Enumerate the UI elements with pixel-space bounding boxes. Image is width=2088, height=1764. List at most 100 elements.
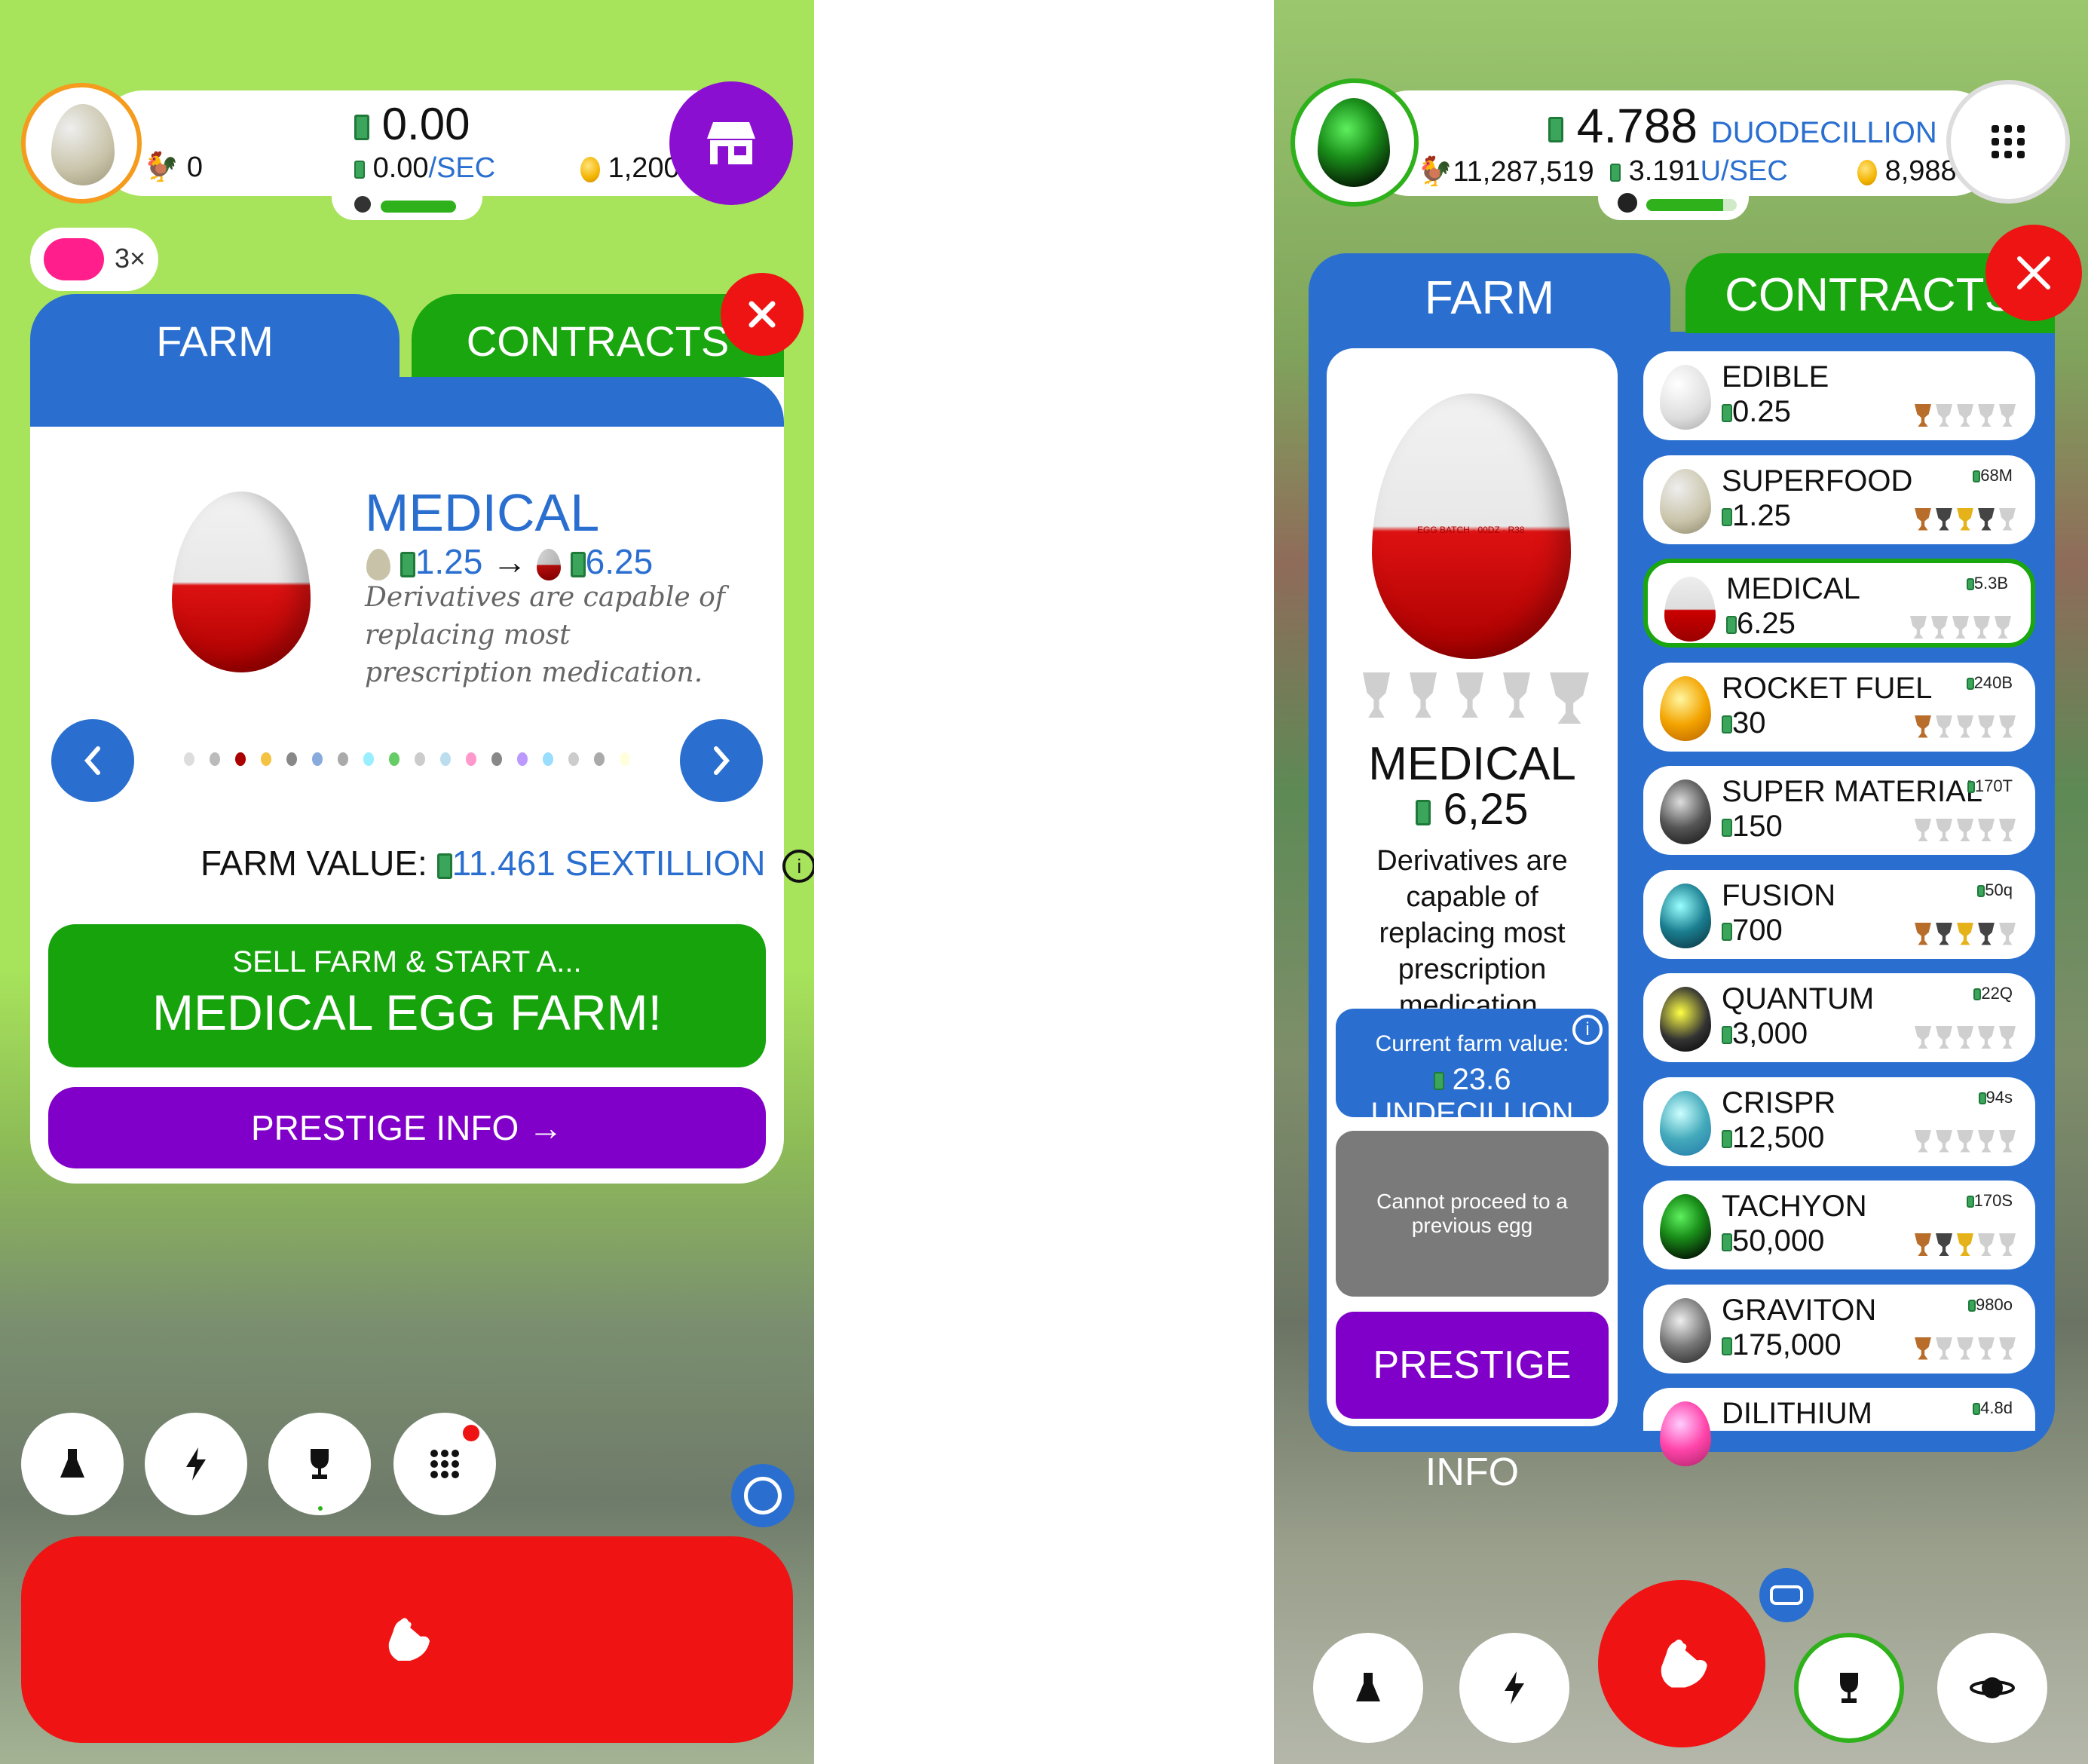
trophy-icon — [1978, 819, 1995, 841]
cash-icon — [1726, 616, 1737, 635]
egg-list-item[interactable]: GRAVITON 175,000 980o — [1643, 1284, 2035, 1374]
egg-list-item[interactable]: SUPERFOOD 1.25 68M — [1643, 455, 2035, 544]
trophy-icon — [1999, 1129, 2016, 1153]
research-button[interactable] — [21, 1413, 124, 1515]
tachyon-egg-icon — [1318, 98, 1390, 187]
progress-bar — [1646, 199, 1737, 211]
research-button[interactable] — [1313, 1633, 1423, 1743]
egg-list-item[interactable]: MEDICAL 6.25 5.3B — [1643, 559, 2035, 648]
egg-list-item[interactable]: TACHYON 50,000 170S — [1643, 1181, 2035, 1269]
trophy-icon — [1978, 1337, 1995, 1360]
chicken-icon: 🐓 — [143, 152, 179, 183]
trophy-row — [1915, 1026, 2016, 1049]
trophy-icon — [1957, 1337, 1973, 1360]
egg-price: 30 — [1722, 706, 1766, 740]
egg-avatar-button[interactable] — [21, 83, 142, 204]
egg-name: CRISPR — [1722, 1086, 1836, 1119]
close-button[interactable] — [1985, 225, 2082, 321]
boosts-button[interactable] — [1459, 1633, 1569, 1743]
trophy-icon — [1957, 819, 1973, 841]
trophy-icon — [1931, 616, 1948, 639]
info-icon[interactable]: i — [782, 849, 814, 883]
trophy-icon — [1999, 1337, 2016, 1360]
trophy-icon — [1957, 715, 1973, 738]
overlay-toggle-button[interactable] — [1759, 1568, 1814, 1622]
overlay-toggle-button[interactable] — [731, 1464, 794, 1527]
egg-requirement: 240B — [1966, 673, 2013, 693]
egg-requirement: 170S — [1966, 1191, 2013, 1211]
egg-requirement: 22Q — [1973, 984, 2013, 1003]
trophy-icon — [1978, 1026, 1995, 1049]
shop-button[interactable] — [669, 81, 793, 205]
info-icon[interactable]: i — [1572, 1015, 1603, 1045]
chevron-right-icon — [714, 746, 730, 775]
tab-content-header — [30, 377, 784, 427]
trophy-icon — [1915, 1233, 1931, 1256]
boost-count: 3× — [115, 243, 146, 274]
selected-egg-description: Derivatives are capable of replacing mos… — [1376, 845, 1568, 1021]
egg-list-item[interactable]: QUANTUM 3,000 22Q — [1643, 973, 2035, 1062]
trophy-icon — [1936, 1026, 1952, 1049]
golden-egg-icon — [580, 156, 600, 182]
trophy-icon — [1915, 715, 1931, 738]
egg-list-item[interactable]: CRISPR 12,500 94s — [1643, 1076, 2035, 1166]
prestige-info-button[interactable]: PRESTIGE INFO → — [48, 1087, 766, 1168]
sell-farm-button[interactable]: SELL FARM & START A... MEDICAL EGG FARM! — [48, 924, 766, 1067]
trophy-icon — [1915, 404, 1931, 427]
superfood-egg-icon — [1660, 468, 1711, 534]
trophy-row — [1915, 922, 2016, 945]
trophy-icon — [1957, 1026, 1973, 1049]
cash-icon — [1722, 507, 1732, 526]
egg-batch-label: EGG BATCH · 00DZ · R38 — [1417, 525, 1525, 535]
hatch-chicken-button[interactable] — [1598, 1580, 1765, 1747]
rate-display: 3.191U/SEC — [1610, 155, 1788, 188]
egg-list-item[interactable]: ROCKET FUEL 30 240B — [1643, 662, 2035, 752]
tab-farm[interactable]: FARM — [1309, 253, 1670, 351]
egg-upgrade-values: 1.25 → 6.25 — [366, 541, 653, 582]
close-icon — [2017, 256, 2050, 289]
trophy-icon — [1978, 404, 1995, 427]
planet-button[interactable] — [1937, 1633, 2047, 1743]
chicken-mini-icon — [1618, 193, 1637, 213]
next-egg-button[interactable] — [680, 719, 763, 802]
hatch-chicken-button[interactable] — [21, 1536, 793, 1743]
egg-requirement: 5.3B — [1966, 574, 2008, 593]
menu-button[interactable] — [393, 1413, 496, 1515]
egg-requirement: 94s — [1978, 1088, 2013, 1107]
egg-name: TACHYON — [1722, 1190, 1867, 1223]
trophy-icon — [1973, 616, 1990, 639]
egg-list-item[interactable]: DILITHIUM 4.8d — [1643, 1388, 2035, 1466]
trophy-icon — [1936, 922, 1952, 945]
trophy-icon — [1999, 922, 2016, 945]
trophy-row — [1915, 1129, 2016, 1153]
trophy-icon — [1503, 672, 1530, 718]
menu-button[interactable] — [1946, 80, 2070, 204]
trophy-button[interactable] — [268, 1413, 371, 1515]
prev-egg-button[interactable] — [51, 719, 134, 802]
chicken-mini-icon — [354, 196, 371, 213]
right-screen: 4.788 DUODECILLION 🐓11,287,519 3.191U/SE… — [1274, 0, 2088, 1764]
egg-list-item[interactable]: SUPER MATERIAL 150 170T — [1643, 766, 2035, 855]
trophy-row — [1363, 672, 1589, 724]
trophy-icon — [1936, 1129, 1952, 1153]
golden-egg-icon — [1857, 159, 1877, 185]
trophy-button[interactable] — [1794, 1633, 1904, 1743]
egg-price: 12,500 — [1722, 1121, 1824, 1155]
grid-icon — [1992, 125, 2025, 158]
egg-price: 150 — [1722, 810, 1783, 844]
trophy-icon — [1957, 1129, 1973, 1153]
trophy-icon — [1410, 672, 1437, 718]
close-button[interactable] — [721, 273, 804, 356]
notification-dot — [463, 1425, 479, 1441]
chicken-icon — [388, 1618, 430, 1661]
egg-list-item[interactable]: FUSION 700 50q — [1643, 869, 2035, 959]
egg-avatar-button[interactable] — [1290, 78, 1419, 207]
boosts-button[interactable] — [145, 1413, 247, 1515]
trophy-icon — [1915, 1129, 1931, 1153]
trophy-icon — [1957, 922, 1973, 945]
cash-icon — [1973, 470, 1981, 482]
prestige-info-button[interactable]: PRESTIGE INFO — [1336, 1312, 1609, 1494]
cash-icon — [1722, 1129, 1732, 1148]
egg-list-item[interactable]: EDIBLE 0.25 — [1643, 351, 2035, 440]
fusion-egg-icon — [1660, 883, 1711, 948]
